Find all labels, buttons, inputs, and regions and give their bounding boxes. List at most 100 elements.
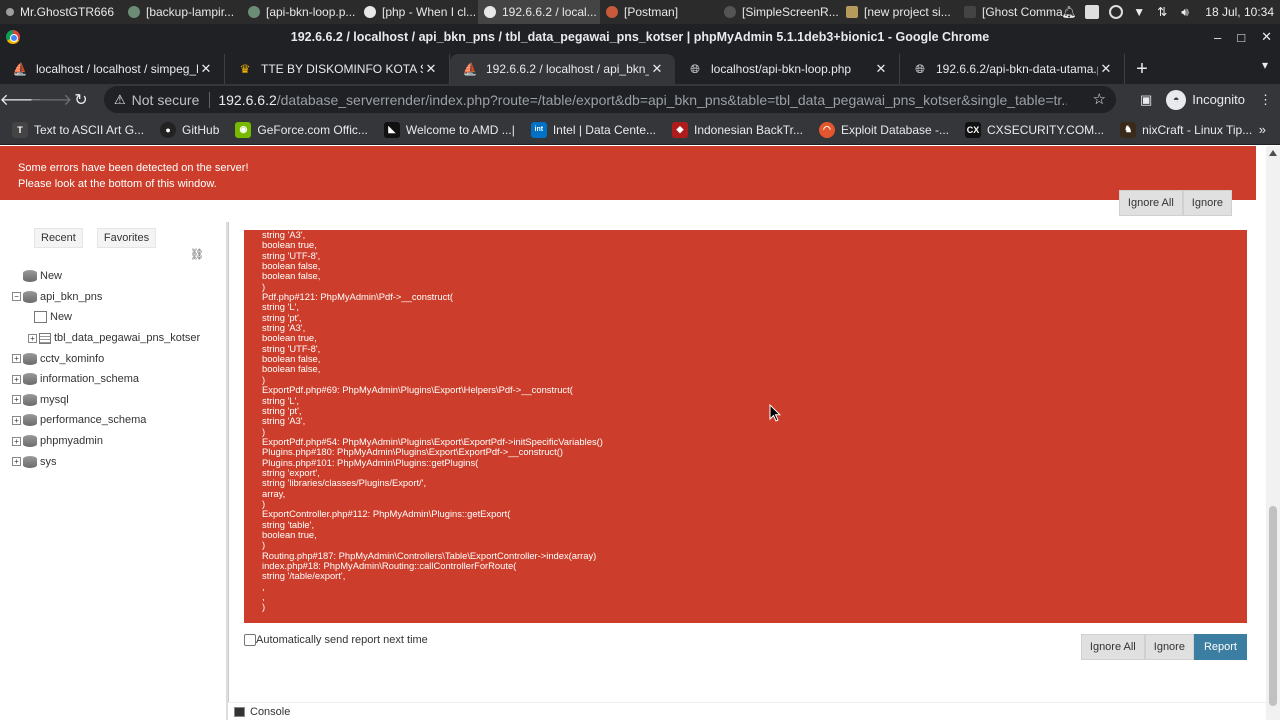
trace-line: string 'A3', [262,415,306,427]
close-window-button[interactable]: ✕ [1261,29,1272,45]
link-chain-icon[interactable]: ⛓ [190,248,204,261]
minimize-button[interactable]: ‒ [1214,30,1221,45]
tree-item-phpmyadmin[interactable]: + phpmyadmin [12,431,200,452]
nvidia-icon: ◉ [235,121,252,138]
bookmark-cxsecurity[interactable]: CX CXSECURITY.COM... [965,121,1104,138]
ignore-button[interactable]: Ignore [1182,190,1232,216]
tab-search-chevron-icon[interactable]: ▾ [1262,58,1268,72]
tree-item-sys[interactable]: + sys [12,451,200,472]
maximize-button[interactable]: □ [1237,30,1245,45]
record-icon[interactable] [1109,5,1124,19]
volume-icon[interactable]: 🔊︎ [1181,5,1195,19]
report-button[interactable]: Report [1193,634,1247,660]
tree-item-api-bkn-pns[interactable]: − api_bkn_pns [12,287,200,308]
tab-api-bkn-data-utama[interactable]: 🌐︎ 192.6.6.2/api-bkn-data-utama.p ✕ [900,54,1125,84]
expand-icon[interactable]: + [12,415,21,425]
os-task-api-loop[interactable]: [api-bkn-loop.p... [242,0,358,24]
wifi-icon[interactable]: ▼ [1133,5,1147,19]
expand-icon[interactable]: + [12,395,21,405]
console-toggle[interactable]: Console [234,706,290,718]
tab-api-bkn-pns[interactable]: ⛵ 192.6.6.2 / localhost / api_bkn_p ✕ [450,54,675,84]
clock[interactable]: 18 Jul, 10:34 [1205,5,1274,19]
os-task-screenrecorder[interactable]: [SimpleScreenR... [718,0,840,24]
reload-button[interactable]: ↻ [66,85,96,115]
tree-item-performance-schema[interactable]: + performance_schema [12,410,200,431]
bookmark-exploit-db[interactable]: ◠ Exploit Database -... [818,121,949,138]
os-task-php[interactable]: [php - When I cl... [358,0,478,24]
auto-send-checkbox[interactable] [244,634,256,646]
ignore-all-button[interactable]: Ignore All [1080,634,1145,660]
trace-line: string 'table', [262,518,315,530]
expand-icon[interactable]: + [12,374,21,384]
network-icon[interactable]: ⇅ [1157,5,1171,19]
os-task-ghost-command[interactable]: [Ghost Comma... [958,0,1078,24]
bookmark-star-icon[interactable]: ☆ [1093,90,1106,108]
bell-icon[interactable]: 🔔︎ [1061,5,1076,19]
expand-icon[interactable]: + [28,333,37,343]
tree-item-tbl-data-pegawai[interactable]: + tbl_data_pegawai_pns_kotser [12,328,200,349]
tab-tte-diskominfo[interactable]: ♛ TTE BY DISKOMINFO KOTA SER ✕ [225,54,450,84]
bookmark-label: Text to ASCII Art G... [34,122,145,137]
expand-icon[interactable]: + [12,354,21,364]
trace-line: Pdf.php#121: PhpMyAdmin\Pdf->__construct… [262,291,453,303]
tab-close-button[interactable]: ✕ [649,61,665,77]
scrollbar-thumb[interactable] [1269,506,1277,706]
navigation-panel: Recent Favorites ⛓ New − api_bkn_pns New … [0,202,226,720]
tree-item-information-schema[interactable]: + information_schema [12,369,200,390]
tab-localhost-simpeg[interactable]: ⛵ localhost / localhost / simpeg_k ✕ [0,54,225,84]
tab-close-button[interactable]: ✕ [423,61,439,77]
scroll-up-icon[interactable] [1269,150,1277,156]
menu-kebab-icon[interactable]: ⋮ [1259,92,1272,108]
nixcraft-icon: ♞ [1120,121,1137,138]
ignore-all-button[interactable]: Ignore All [1118,190,1183,216]
tab-close-button[interactable]: ✕ [198,61,214,77]
os-task-ghost[interactable]: Mr.GhostGTR666 [0,0,122,24]
expand-icon[interactable]: + [12,457,21,467]
tab-title: 192.6.6.2 / localhost / api_bkn_p [486,62,649,76]
incognito-indicator[interactable]: ◓ Incognito [1166,89,1245,110]
warning-icon[interactable]: ⚠ [114,92,126,108]
auto-send-label[interactable]: Automatically send report next time [256,634,428,646]
ignore-button[interactable]: Ignore [1144,634,1194,660]
address-bar[interactable]: ⚠ Not secure 192.6.6.2 /database_serverr… [104,86,1116,113]
tab-api-bkn-loop[interactable]: 🌐︎ localhost/api-bkn-loop.php ✕ [675,54,900,84]
url-host: 192.6.6.2 [218,91,277,108]
tree-label: New [40,270,63,283]
trace-line: boolean false, [262,353,321,365]
not-secure-label[interactable]: Not secure [132,92,200,108]
bookmark-github[interactable]: ● GitHub [160,121,219,138]
panel-resize-handle[interactable] [226,222,229,720]
os-task-phpmyadmin[interactable]: 192.6.6.2 / local... [478,0,600,24]
bookmark-backtrack[interactable]: ◆ Indonesian BackTr... [672,121,803,138]
tree-item-new[interactable]: New [12,266,200,287]
os-task-backup[interactable]: [backup-lampir... [122,0,242,24]
bookmark-ascii-art[interactable]: T Text to ASCII Art G... [12,121,145,138]
tree-item-new-table[interactable]: New [12,307,200,328]
more-bookmarks-icon[interactable]: » [1259,122,1266,137]
bookmark-geforce[interactable]: ◉ GeForce.com Offic... [235,121,368,138]
trace-line: string 'UTF-8', [262,342,321,354]
trace-line: , [262,591,265,603]
recent-tab[interactable]: Recent [34,228,83,248]
os-task-postman[interactable]: [Postman] [600,0,718,24]
forward-button[interactable]: 🡒 [30,85,73,115]
page-scrollbar[interactable] [1266,146,1280,720]
bookmark-nixcraft[interactable]: ♞ nixCraft - Linux Tip... [1120,121,1252,138]
favorites-tab[interactable]: Favorites [96,228,157,248]
bookmark-intel[interactable]: int Intel | Data Cente... [530,121,656,138]
tab-close-button[interactable]: ✕ [1098,61,1114,77]
tree-item-cctv-kominfo[interactable]: + cctv_kominfo [12,348,200,369]
os-task-new-project[interactable]: [new project si... [840,0,958,24]
tab-close-button[interactable]: ✕ [873,61,889,77]
bookmark-amd[interactable]: ◣ Welcome to AMD ...| [383,121,515,138]
side-panel-icon[interactable]: ▣ [1140,92,1152,108]
camera-icon[interactable] [1085,5,1100,19]
expand-icon[interactable]: + [12,436,21,446]
new-tab-button[interactable]: + [1125,54,1159,84]
tree-label: New [50,311,73,324]
database-icon [23,270,37,283]
trace-line: string 'A3', [262,322,306,334]
tree-item-mysql[interactable]: + mysql [12,390,200,411]
collapse-icon[interactable]: − [12,292,21,302]
intel-icon: int [530,121,547,138]
